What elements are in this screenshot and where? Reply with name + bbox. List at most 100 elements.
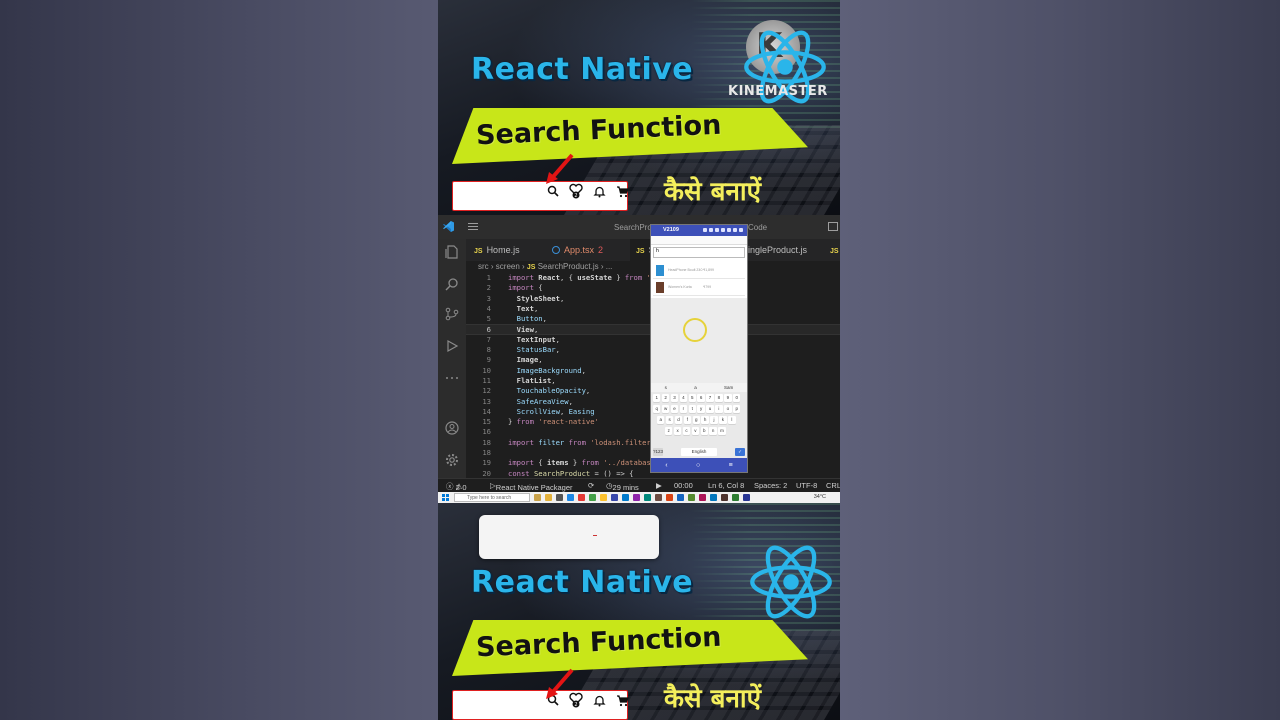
list-item[interactable]: HeadPhone Boult Z40 ₹1,899	[653, 263, 745, 279]
search-icon[interactable]	[445, 277, 459, 291]
keyboard-key[interactable]: y	[697, 405, 705, 413]
layout-toggle-icon[interactable]	[828, 222, 838, 231]
keyboard-key[interactable]: p	[733, 405, 741, 413]
space-key[interactable]: English	[681, 448, 717, 456]
keyboard-key[interactable]: t	[688, 405, 696, 413]
keyboard-key[interactable]: b	[700, 427, 708, 435]
line-ending[interactable]: CRLF	[826, 481, 840, 490]
app-icon[interactable]	[567, 494, 574, 501]
phone-search-input[interactable]: h	[653, 247, 745, 258]
app-icon[interactable]	[622, 494, 629, 501]
keyboard-key[interactable]: c	[682, 427, 691, 435]
app-icon[interactable]	[721, 494, 728, 501]
home-icon[interactable]: ○	[696, 462, 700, 469]
keyboard-key[interactable]: f	[683, 416, 692, 424]
cursor-position[interactable]: Ln 6, Col 8	[708, 481, 744, 490]
suggestion[interactable]: Sam	[724, 385, 733, 390]
app-icon[interactable]	[589, 494, 596, 501]
keyboard-key[interactable]: 2	[661, 394, 670, 402]
more-icon[interactable]	[445, 371, 459, 385]
keyboard-key[interactable]: k	[719, 416, 727, 424]
android-emulator[interactable]: V2109 h HeadPhone Boult Z40 ₹1,899 Women'…	[650, 224, 748, 473]
app-icon[interactable]	[633, 494, 640, 501]
keyboard-key[interactable]: x	[673, 427, 682, 435]
keyboard-key[interactable]: g	[692, 416, 700, 424]
tab-app-tsx[interactable]: App.tsx 2	[552, 239, 603, 261]
keyboard-key[interactable]: l	[728, 416, 736, 424]
explorer-icon[interactable]	[445, 245, 459, 259]
tab-single-product-js[interactable]: ingleProduct.js	[748, 239, 807, 261]
keyboard-key[interactable]: o	[724, 405, 732, 413]
keyboard-key[interactable]: 9	[724, 394, 732, 402]
keyboard-key[interactable]: n	[709, 427, 717, 435]
keyboard-key[interactable]: w	[661, 405, 670, 413]
app-icon[interactable]	[534, 494, 541, 501]
clock-status[interactable]: 00:00	[674, 481, 693, 490]
app-icon[interactable]	[688, 494, 695, 501]
back-icon[interactable]: ‹	[665, 462, 667, 469]
soft-keyboard[interactable]: s a Sam 1234567890 qwertyuiop asdfghjkl …	[651, 383, 747, 458]
keyboard-key[interactable]: h	[701, 416, 709, 424]
app-icon[interactable]	[611, 494, 618, 501]
keyboard-key[interactable]: v	[691, 427, 700, 435]
app-icon[interactable]	[710, 494, 717, 501]
recents-icon[interactable]: ≡	[729, 462, 733, 469]
packager-status[interactable]: ▷ React Native Packager	[490, 481, 572, 492]
app-icon[interactable]	[732, 494, 739, 501]
sync-icon[interactable]: ⟳	[588, 481, 594, 490]
keyboard-key[interactable]: j	[710, 416, 718, 424]
app-icon[interactable]	[600, 494, 607, 501]
app-icon[interactable]	[556, 494, 563, 501]
keyboard-key[interactable]: 7	[706, 394, 714, 402]
app-icon[interactable]	[578, 494, 585, 501]
keyboard-key[interactable]: i	[715, 405, 723, 413]
taskbar-search[interactable]: Type here to search	[454, 493, 530, 502]
indentation[interactable]: Spaces: 2	[754, 481, 787, 490]
keyboard-key[interactable]: 0	[733, 394, 741, 402]
keyboard-key[interactable]: 3	[670, 394, 679, 402]
tab-home-js[interactable]: JS Home.js	[474, 239, 520, 261]
app-icon[interactable]	[743, 494, 750, 501]
run-debug-icon[interactable]	[445, 339, 459, 353]
keyboard-key[interactable]: s	[665, 416, 674, 424]
app-icon[interactable]	[677, 494, 684, 501]
keyboard-key[interactable]: 1	[653, 394, 661, 402]
code-text: FlatList,	[516, 375, 556, 385]
keyboard-suggestions: s a Sam	[651, 383, 747, 392]
hindi-caption: कैसे बनाऐं	[664, 684, 761, 714]
problems-indicator[interactable]: ⓧ 2 ⚠ 0	[446, 481, 467, 492]
app-icon[interactable]	[644, 494, 651, 501]
keyboard-key[interactable]: e	[670, 405, 679, 413]
symbols-key[interactable]: ?123	[653, 448, 663, 456]
keyboard-key[interactable]: m	[718, 427, 726, 435]
suggestion[interactable]: a	[694, 385, 697, 390]
app-icon[interactable]	[699, 494, 706, 501]
play-icon[interactable]: ▶	[656, 481, 662, 490]
keyboard-key[interactable]: 4	[679, 394, 688, 402]
keyboard-key[interactable]: 8	[715, 394, 723, 402]
app-icon[interactable]	[655, 494, 662, 501]
app-icon[interactable]	[545, 494, 552, 501]
keyboard-key[interactable]: d	[674, 416, 683, 424]
source-control-icon[interactable]	[445, 307, 459, 321]
tab-overflow[interactable]: JS	[830, 239, 840, 261]
timer-status[interactable]: ◷ 29 mins	[606, 481, 639, 492]
list-item[interactable]: Women's Kurta ₹799	[653, 280, 745, 296]
enter-key[interactable]: ✓	[735, 448, 745, 456]
weather-temp[interactable]: 34°C	[814, 494, 826, 500]
menu-icon[interactable]	[468, 223, 478, 230]
line-number: 8	[486, 345, 491, 355]
keyboard-key[interactable]: q	[653, 405, 661, 413]
keyboard-key[interactable]: 5	[688, 394, 696, 402]
keyboard-key[interactable]: 6	[697, 394, 705, 402]
keyboard-key[interactable]: u	[706, 405, 714, 413]
windows-start-icon[interactable]	[442, 494, 449, 501]
app-icon[interactable]	[666, 494, 673, 501]
settings-gear-icon[interactable]	[445, 453, 459, 467]
keyboard-key[interactable]: a	[657, 416, 665, 424]
encoding[interactable]: UTF-8	[796, 481, 817, 490]
keyboard-key[interactable]: r	[679, 405, 688, 413]
account-icon[interactable]	[445, 421, 459, 435]
suggestion[interactable]: s	[665, 385, 667, 390]
keyboard-key[interactable]: z	[665, 427, 673, 435]
